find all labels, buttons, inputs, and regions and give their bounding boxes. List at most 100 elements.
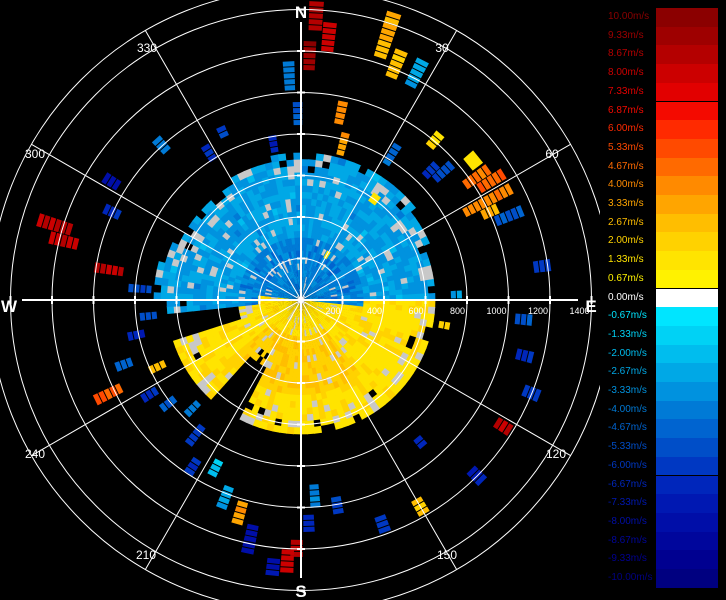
legend-label: -6.00m/s (608, 459, 647, 471)
echo-gate (303, 362, 309, 370)
echo-gate (294, 414, 301, 422)
echo-gate (288, 185, 296, 193)
echo-gate (290, 198, 297, 206)
legend-entry: 0.00m/s (606, 288, 718, 308)
echo-gate (166, 306, 175, 315)
legend-swatch (656, 138, 718, 158)
outer-echo (303, 65, 315, 71)
outer-echo (322, 27, 337, 35)
legend-swatch (656, 569, 718, 588)
azimuth-line (31, 299, 302, 457)
outer-echo (269, 140, 278, 148)
legend-label: -8.00m/s (608, 515, 647, 527)
legend-swatch (656, 382, 718, 401)
legend-swatch (656, 195, 718, 214)
legend-swatch (656, 120, 718, 139)
legend-swatch (656, 531, 718, 551)
echo-gate (304, 375, 310, 383)
echo-gate (286, 165, 295, 174)
outer-echo (99, 263, 107, 274)
echo-gate (306, 407, 314, 415)
echo-gate (288, 178, 296, 187)
legend-swatch (656, 45, 718, 65)
azimuth-label: 330 (137, 41, 157, 55)
legend-entry: 2.67m/s (606, 213, 718, 233)
legend-label: -2.67m/s (608, 366, 647, 378)
legend-entry: -7.33m/s (606, 494, 718, 513)
legend-entry: 7.33m/s (606, 82, 718, 102)
legend-swatch (656, 288, 718, 308)
legend-label: -8.67m/s (608, 534, 647, 546)
azimuth-label: 120 (546, 447, 566, 461)
echo-gate (307, 426, 316, 435)
legend-entry: -1.33m/s (606, 325, 718, 345)
legend-label: 1.33m/s (608, 254, 644, 266)
echo-gate (304, 368, 309, 376)
legend-label: -2.00m/s (608, 347, 647, 359)
outer-echo (444, 321, 451, 330)
echo-gate (305, 394, 312, 402)
outer-echo (127, 331, 134, 342)
echo-gate (205, 304, 213, 310)
legend-swatch (656, 269, 718, 289)
outer-echo (340, 131, 350, 139)
range-label: 1200 (528, 306, 548, 316)
outer-echo (520, 313, 527, 326)
legend-entry: -4.67m/s (606, 419, 718, 439)
outer-echo (336, 106, 347, 114)
outer-echo (245, 529, 258, 537)
legend-swatch (656, 307, 718, 326)
legend-swatch (656, 64, 718, 83)
west-label: W (1, 297, 18, 316)
legend-swatch (656, 550, 718, 569)
legend-entry: -10.00m/s (606, 569, 718, 588)
echo-gate (192, 304, 201, 312)
legend-swatch (656, 344, 718, 364)
legend-swatch (656, 8, 718, 27)
legend-entry: -2.00m/s (606, 344, 718, 364)
outer-echo (463, 150, 484, 171)
azimuth-label: 150 (437, 548, 457, 562)
echo-gate (289, 191, 297, 200)
outer-echo (532, 260, 540, 273)
echo-gate (293, 224, 298, 232)
legend-entry: 5.33m/s (606, 138, 718, 158)
legend-entry: -0.67m/s (606, 307, 718, 326)
echo-gate (166, 292, 174, 300)
legend-entry: 9.33m/s (606, 26, 718, 46)
legend-label: 7.33m/s (608, 85, 644, 97)
legend-entry: 1.33m/s (606, 251, 718, 270)
outer-echo (538, 259, 546, 273)
north-label: N (295, 3, 307, 22)
range-label: 800 (450, 306, 465, 316)
echo-gate (305, 388, 311, 396)
echo-gate (285, 152, 295, 161)
legend-label: 4.67m/s (608, 160, 644, 172)
outer-echo (281, 549, 295, 555)
legend-swatch (656, 26, 718, 46)
outer-echo (151, 311, 158, 320)
echo-gate (376, 291, 384, 297)
outer-echo (309, 496, 321, 502)
echo-gate (301, 165, 309, 173)
echo-gate (293, 427, 301, 435)
legend-label: 9.33m/s (608, 29, 644, 41)
legend-label: 6.87m/s (608, 104, 644, 116)
legend-label: -6.67m/s (608, 478, 647, 490)
legend-label: -9.33m/s (608, 553, 647, 565)
echo-gate (186, 305, 194, 313)
echo-gate (293, 230, 299, 238)
echo-gate (363, 292, 371, 298)
outer-echo (321, 45, 334, 53)
outer-echo (139, 312, 146, 321)
legend-label: 8.00m/s (608, 67, 644, 79)
outer-echo (322, 33, 336, 41)
outer-echo (438, 320, 445, 329)
echo-gate (286, 159, 295, 167)
outer-echo (336, 149, 345, 157)
outer-echo (128, 283, 134, 293)
legend-entry: -8.67m/s (606, 531, 718, 551)
echo-gate (389, 290, 397, 296)
outer-echo (321, 39, 335, 47)
range-label: 600 (408, 306, 423, 316)
